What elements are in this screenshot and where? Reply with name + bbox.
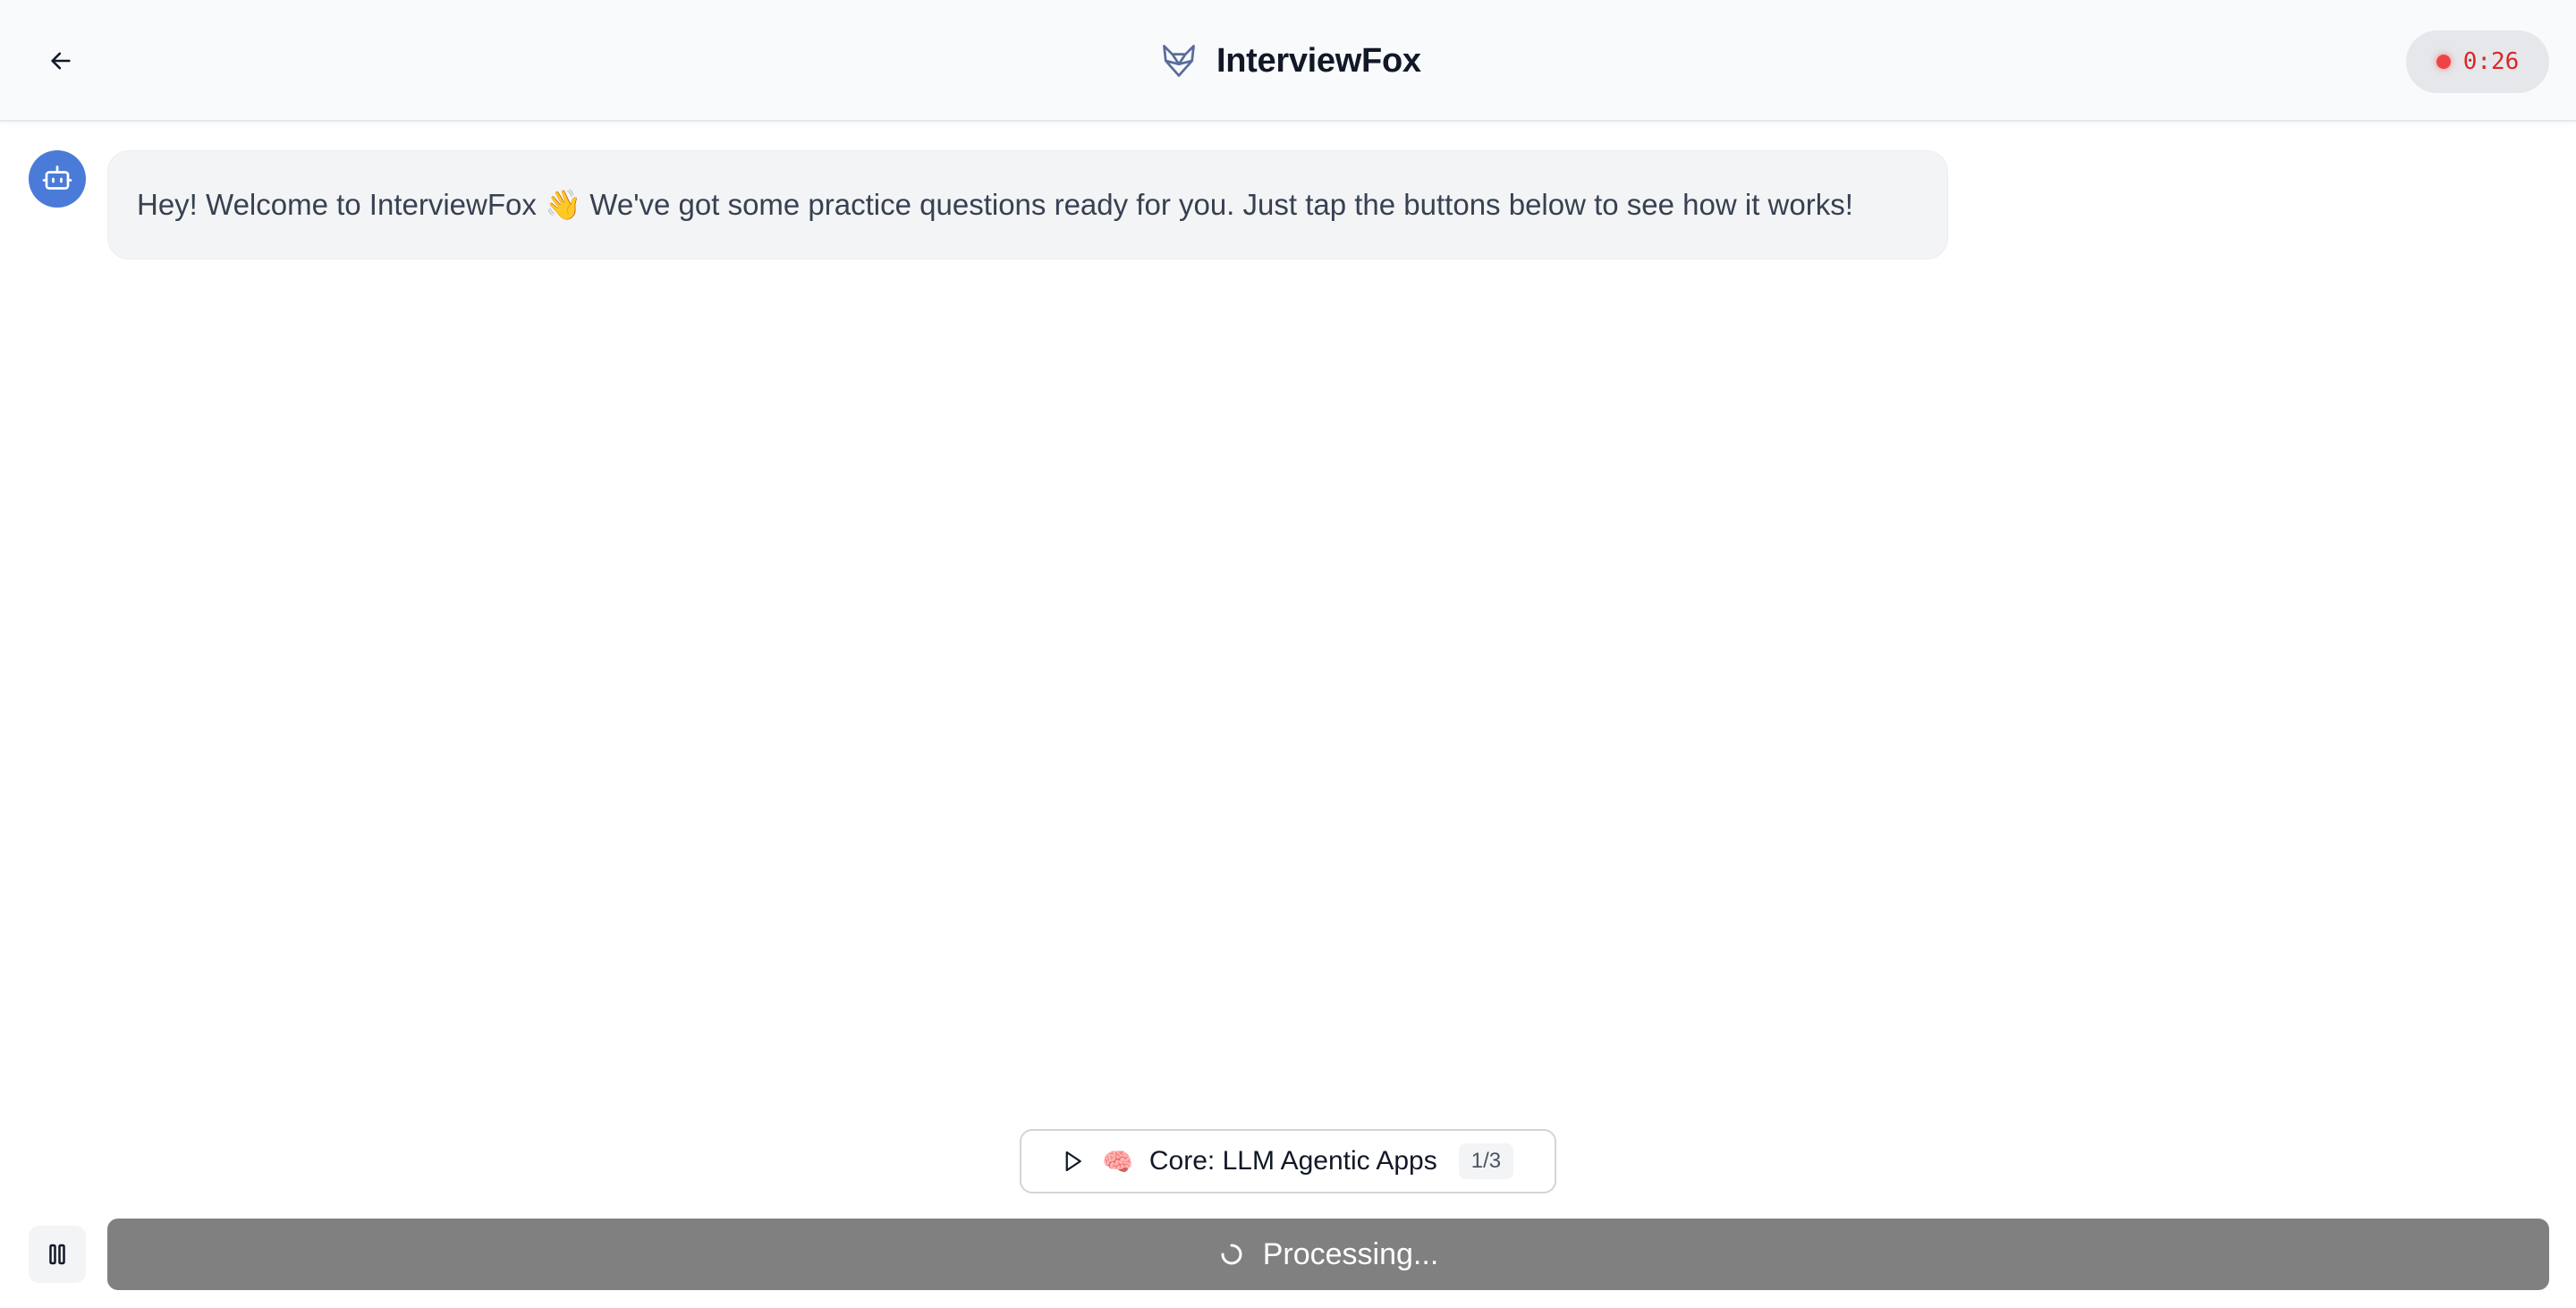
play-icon [1065,1151,1081,1172]
app-title: InterviewFox [1216,41,1421,80]
app-header: InterviewFox 0:26 [0,0,2576,122]
arrow-left-icon [51,52,71,70]
brand: InterviewFox [1159,36,1421,86]
topic-play-button[interactable]: 🧠 Core: LLM Agentic Apps 1/3 [1020,1129,1556,1193]
recording-dot-icon [2436,55,2451,69]
fox-icon [1163,45,1195,77]
processing-label: Processing... [1262,1236,1439,1271]
chat-message-bubble: Hey! Welcome to InterviewFox 👋 We've got… [107,150,1948,259]
timer-value: 0:26 [2462,48,2520,75]
chat-message-text: Hey! Welcome to InterviewFox 👋 We've got… [137,187,1853,221]
recording-timer: 0:26 [2406,30,2549,93]
spinner-icon [1221,1244,1242,1265]
brain-icon: 🧠 [1102,1147,1133,1176]
pause-icon [49,1244,65,1265]
bot-avatar [29,150,86,208]
processing-button[interactable]: Processing... [107,1219,2549,1290]
back-button[interactable] [39,39,82,82]
pause-button[interactable] [29,1226,86,1283]
topic-label: Core: LLM Agentic Apps [1148,1146,1437,1176]
robot-icon [42,166,72,190]
topic-progress-badge: 1/3 [1458,1143,1514,1179]
